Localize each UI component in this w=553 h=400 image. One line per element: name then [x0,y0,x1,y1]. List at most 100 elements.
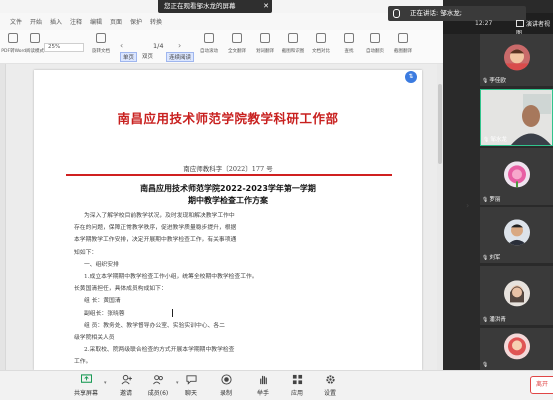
red-divider [66,174,392,176]
participant-tile[interactable]: 李佳欧 [480,34,553,86]
participant-tile[interactable]: 潘洪青 [480,266,553,325]
body-line: 知如下： [74,249,98,256]
continuous-toggle[interactable]: 连续阅读 [166,52,195,62]
participant-name: 邹水龙 [483,135,507,143]
apps-icon [292,374,302,385]
menu-item-edit[interactable]: 编辑 [90,17,102,26]
word-translate-button[interactable]: 划词翻译 [252,33,278,61]
avatar [503,44,530,71]
page-indicator[interactable]: 1/4 [153,42,163,50]
toolbar-label: 邀请 [119,390,132,397]
chat-button[interactable]: 聊天 [173,374,209,397]
word-translate-icon [260,33,270,43]
mic-icon [393,9,400,18]
apps-button[interactable]: 应用 [279,374,315,397]
rotate-icon [96,33,106,43]
share-screen-button[interactable]: 共享屏幕 [68,374,104,397]
participant-tile[interactable] [480,328,553,370]
prev-page-icon[interactable]: ‹ [120,41,123,50]
document-number: 南应师教科字〔2022〕177 号 [183,165,273,173]
single-page-toggle[interactable]: 单页 [120,52,138,62]
chat-icon [185,375,197,385]
participant-tile[interactable]: 罗丽 [480,148,553,205]
double-page-toggle[interactable]: 双页 [142,52,153,60]
participant-tile[interactable]: 刘军 [480,207,553,263]
wps-toolbar: PDF转Word 阅读模式 25% ‹ 1/4 › 旋转文档 单页 双页 连续阅… [0,30,443,64]
menu-item-protect[interactable]: 保护 [130,17,142,26]
auto-scroll-icon [204,33,214,43]
document-title-line1: 南昌应用技术师范学院2022-2023学年第一学期 [140,184,316,193]
tool-label: 截图和识图 [281,48,305,54]
collapse-panel-icon[interactable]: › [466,201,469,210]
body-line: 一、组织安排 [84,261,119,268]
members-button[interactable]: 成员(6) [140,374,176,397]
convert-icon [8,33,18,43]
body-line: 为深入了解学校目前教学状况，及时发现和解决教学工作中 [84,213,235,219]
invite-button[interactable]: 邀请 [108,374,144,397]
body-line: 组 长：黄国清 [84,298,121,305]
record-button[interactable]: 录制 [208,374,244,397]
menu-item-convert[interactable]: 转换 [150,17,162,26]
find-button[interactable]: 查找 [336,33,362,61]
avatar [503,219,530,246]
speaking-text: 正在讲话: 邹水龙; [410,9,462,17]
share-options-chevron-icon[interactable]: ▾ [104,380,107,386]
settings-icon [325,375,335,384]
avatar [503,160,530,187]
avatar [503,279,530,306]
zoom-select[interactable]: 25% [44,43,84,52]
tool-label: 自动翻页 [365,48,384,54]
banner-close-icon[interactable]: ✕ [263,0,269,13]
toolbar-label: 设置 [323,390,336,397]
document-title-line2: 期中教学检查工作方案 [188,196,268,205]
leave-meeting-button[interactable]: 离开 [530,376,553,394]
body-line: 副组长：张晓蓉 [84,310,125,317]
read-mode-icon [30,33,40,43]
members-icon [152,375,163,385]
auto-page-icon [370,33,380,43]
find-icon [344,33,354,43]
body-line: 长黄国清担任，具体成员构成如下： [74,286,167,293]
meeting-clock: 12:27 [475,20,493,27]
rotate-button[interactable]: 旋转文档 [88,33,114,61]
compare-button[interactable]: 文档对比 [308,33,334,61]
body-line: 1.成立本学期期中教学检查工作小组，统筹全校期中教学检查工作。 [84,274,258,280]
screenshot-translate-button[interactable]: 截图翻译 [390,33,416,61]
translate-icon [232,33,242,43]
meeting-toolbar: 共享屏幕 ▾ 邀请 成员(6) ▾ 聊天 录制 举手 应用 设置 [0,370,553,400]
participant-name: 李佳欧 [482,76,506,84]
raise-hand-button[interactable]: 举手 [245,374,281,397]
auto-scroll-button[interactable]: 自动滚动 [196,33,222,61]
screenshot-button[interactable]: 截图和识图 [280,33,306,61]
menu-item-start[interactable]: 开始 [30,17,42,26]
toolbar-label: 共享屏幕 [73,390,98,397]
scroll-thumb[interactable] [438,84,442,164]
avatar [503,333,530,360]
participant-tile-active[interactable]: 邹水龙 [480,89,553,146]
toolbar-label: 应用 [290,390,303,397]
tool-label: 旋转文档 [91,48,110,54]
participant-name: 罗丽 [482,195,500,203]
document-header: 南昌应用技术师范学院教学科研工作部 [117,111,339,126]
toolbar-label: 成员(6) [147,390,169,397]
document-page: 南昌应用技术师范学院教学科研工作部 南应师教科字〔2022〕177 号 南昌应用… [34,70,422,370]
menu-item-annotate[interactable]: 注释 [70,17,82,26]
left-sidebar-strip[interactable] [0,64,6,370]
menu-item-file[interactable]: 文件 [10,17,22,26]
body-line: 级学院相关人员 [74,335,115,341]
body-line: 本学期教学工作安排，决定开展期中教学检查工作，有关事项通 [74,237,237,244]
settings-button[interactable]: 设置 [312,374,348,397]
body-line: 存在的问题，保障正常教学秩序，促进教学质量稳步提升，根据 [74,225,237,232]
compare-icon [316,33,326,43]
toolbar-label: 聊天 [184,390,197,397]
screen-share-banner: 您正在观看邹水龙的屏幕 ✕ [158,0,272,13]
auto-page-button[interactable]: 自动翻页 [362,33,388,61]
raise-hand-icon [259,375,267,385]
tool-label: 查找 [344,48,354,54]
full-translate-button[interactable]: 全文翻译 [224,33,250,61]
menu-item-page[interactable]: 页面 [110,17,122,26]
menu-item-insert[interactable]: 插入 [50,17,62,26]
floating-assist-icon[interactable]: ⇅ [405,71,417,83]
next-page-icon[interactable]: › [178,41,181,50]
record-icon [220,374,232,385]
